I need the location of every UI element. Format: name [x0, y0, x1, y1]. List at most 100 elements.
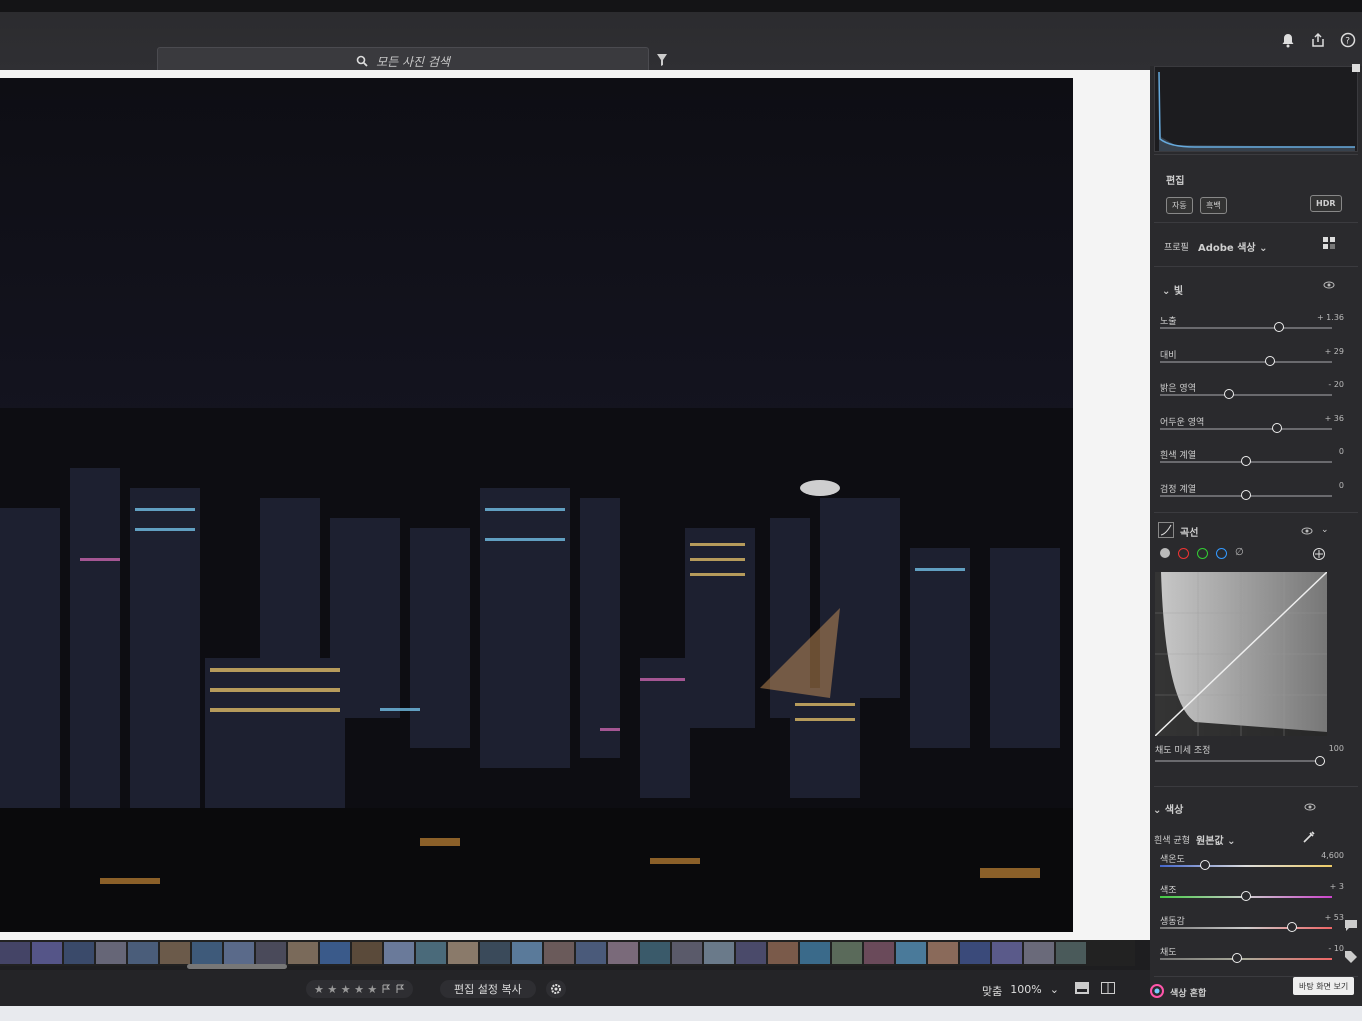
profile-dropdown[interactable]: Adobe 색상 ⌄	[1198, 239, 1267, 254]
slider-track[interactable]	[1160, 865, 1332, 867]
light-section-header[interactable]: ⌄ 빛	[1162, 282, 1183, 297]
filmstrip[interactable]	[0, 940, 1135, 966]
saturation-refine-track[interactable]	[1155, 760, 1323, 762]
slider-track[interactable]	[1160, 958, 1332, 960]
white-balance-label: 흰색 균형	[1154, 836, 1190, 846]
channel-green-icon[interactable]	[1197, 548, 1208, 559]
hdr-button[interactable]: HDR	[1310, 195, 1342, 212]
slider-track[interactable]	[1160, 327, 1332, 329]
bell-icon[interactable]	[1280, 32, 1296, 48]
slider-knob[interactable]	[1199, 860, 1210, 870]
slider-knob[interactable]	[1287, 922, 1298, 932]
eye-icon[interactable]	[1304, 802, 1316, 812]
slider-track[interactable]	[1160, 927, 1332, 929]
slider-value[interactable]: 4,600	[1321, 851, 1344, 860]
edit-title: 편집	[1166, 176, 1185, 187]
color-section-header[interactable]: ⌄ 색상	[1153, 801, 1183, 816]
auto-button[interactable]: 자동	[1166, 197, 1193, 214]
slider-value[interactable]: + 36	[1325, 414, 1344, 423]
target-adjust-icon[interactable]	[1312, 547, 1326, 561]
chevron-down-icon: ⌄	[1227, 836, 1236, 847]
slider-value[interactable]: - 10	[1328, 944, 1344, 953]
light-title: 빛	[1173, 286, 1184, 297]
chevron-down-icon[interactable]: ⌄	[1050, 983, 1059, 999]
filmstrip-scrollbar[interactable]	[187, 964, 287, 969]
monitor-bezel	[0, 0, 1362, 12]
compare-view-icon[interactable]	[1101, 982, 1115, 994]
white-balance-value: 원본값	[1196, 836, 1224, 847]
slider-label: 채도	[1160, 948, 1177, 958]
panel-scrollbar[interactable]	[1352, 64, 1360, 72]
flag-reject-icon[interactable]	[395, 984, 405, 994]
curve-icon	[1158, 522, 1174, 538]
tag-icon[interactable]	[1344, 950, 1358, 964]
slider-label: 생동감	[1160, 917, 1185, 927]
os-taskbar	[0, 1006, 1362, 1021]
slider-knob[interactable]	[1265, 355, 1276, 366]
slider-value[interactable]: + 1.36	[1317, 313, 1344, 322]
channel-red-icon[interactable]	[1178, 548, 1189, 559]
flag-pick-icon[interactable]	[381, 984, 391, 994]
slider-value[interactable]: 0	[1339, 481, 1344, 490]
slider-value[interactable]: + 29	[1325, 347, 1344, 356]
slider-track[interactable]	[1160, 360, 1332, 363]
slider-label: 어두운 영역	[1160, 417, 1205, 428]
zoom-controls[interactable]: 맞춤 100% ⌄	[982, 983, 1059, 999]
svg-text:?: ?	[1345, 37, 1350, 47]
bw-button[interactable]: 흑백	[1200, 197, 1227, 214]
chevron-down-icon[interactable]: ⌄	[1321, 525, 1329, 535]
channel-blue-icon[interactable]	[1216, 548, 1227, 559]
settings-button[interactable]	[546, 980, 566, 998]
slider-label: 검정 계열	[1160, 484, 1196, 495]
chevron-down-icon: ⌄	[1259, 243, 1268, 254]
copy-edit-settings-label: 편집 설정 복사	[454, 983, 522, 996]
slider-label: 대비	[1160, 350, 1177, 361]
parametric-curve-icon[interactable]: ∅	[1235, 548, 1245, 558]
color-mix-label[interactable]: 색상 혼합	[1170, 986, 1206, 999]
comment-icon[interactable]	[1344, 918, 1358, 932]
profile-browser-icon[interactable]	[1322, 236, 1336, 250]
slider-track[interactable]	[1160, 394, 1332, 396]
eye-icon[interactable]	[1323, 280, 1335, 290]
slider-label: 색온도	[1160, 855, 1185, 865]
slider-knob[interactable]	[1241, 891, 1251, 901]
histogram-graph	[1158, 71, 1355, 151]
photo-sky	[0, 78, 1073, 438]
slider-track[interactable]	[1160, 427, 1332, 430]
eyedropper-icon[interactable]	[1302, 830, 1316, 844]
slider-value[interactable]: - 20	[1328, 380, 1344, 389]
copy-edit-settings-button[interactable]: 편집 설정 복사	[440, 980, 536, 998]
chevron-down-icon: ⌄	[1153, 805, 1162, 816]
slider-knob[interactable]	[1241, 489, 1251, 500]
curve-title: 곡선	[1180, 528, 1199, 539]
eye-icon[interactable]	[1301, 526, 1313, 536]
slider-knob[interactable]	[1273, 322, 1284, 332]
slider-knob[interactable]	[1271, 422, 1282, 433]
zoom-value[interactable]: 100%	[1010, 983, 1041, 999]
edit-panel: 편집 자동 흑백 HDR 프로필 Adobe 색상 ⌄ ⌄ 빛 노출 + 1.36…	[1150, 66, 1362, 1006]
saturation-refine-value: 100	[1328, 744, 1344, 753]
help-icon[interactable]: ?	[1340, 32, 1356, 48]
bottom-toolbar	[0, 970, 1150, 1006]
white-balance-dropdown[interactable]: 원본값 ⌄	[1196, 832, 1235, 847]
color-title: 색상	[1164, 805, 1184, 816]
fit-label[interactable]: 맞춤	[982, 983, 1002, 999]
slider-value[interactable]: 0	[1339, 447, 1344, 456]
channel-rgb-icon[interactable]	[1160, 548, 1170, 558]
grid-view-icon[interactable]	[1075, 982, 1089, 994]
saturation-refine-knob[interactable]	[1315, 756, 1325, 766]
slider-knob[interactable]	[1241, 456, 1251, 466]
view-mode-icons	[1075, 982, 1115, 994]
slider-knob[interactable]	[1232, 953, 1243, 963]
tone-curve-graph[interactable]	[1154, 571, 1328, 737]
slider-knob[interactable]	[1223, 389, 1234, 399]
main-photo[interactable]	[0, 78, 1073, 932]
share-icon[interactable]	[1310, 32, 1326, 48]
search-icon	[356, 55, 368, 67]
stars-text[interactable]: ★ ★ ★ ★ ★	[314, 983, 377, 996]
rating-stars[interactable]: ★ ★ ★ ★ ★	[306, 980, 414, 998]
slider-value[interactable]: + 53	[1325, 913, 1344, 922]
filter-icon[interactable]	[656, 53, 668, 67]
show-desktop-tooltip: 바탕 화면 보기	[1293, 977, 1355, 995]
slider-value[interactable]: + 3	[1330, 882, 1344, 891]
